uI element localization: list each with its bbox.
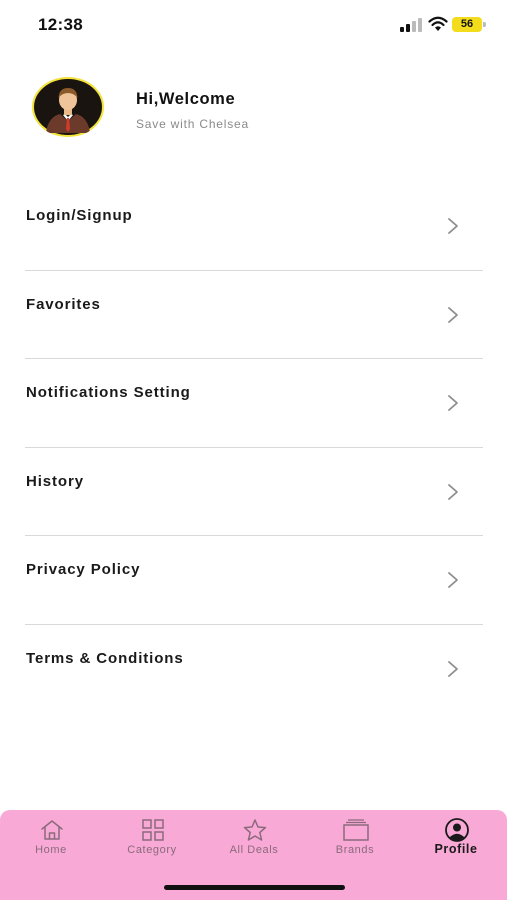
tab-label: Profile [434,842,478,856]
stack-icon [343,819,369,841]
tab-label: Home [35,844,67,856]
chevron-right-icon [448,660,458,677]
home-indicator [164,885,345,890]
battery-level: 56 [460,18,474,30]
battery-icon: 56 [452,17,486,32]
chevron-right-icon [448,306,458,323]
status-time: 12:38 [38,15,83,34]
menu-item-privacy-policy[interactable]: Privacy Policy [25,536,483,625]
tab-brands[interactable]: Brands [305,810,405,870]
menu-item-label: History [26,472,84,490]
tab-profile[interactable]: Profile [406,810,506,870]
chevron-right-icon [448,218,458,234]
tab-home[interactable]: Home [1,810,101,870]
tab-all-deals[interactable]: All Deals [204,810,304,870]
menu-item-label: Terms & Conditions [26,649,184,667]
star-icon [243,819,267,841]
profile-icon [445,818,469,842]
profile-header: Hi,Welcome Save with Chelsea [0,70,507,150]
cellular-signal-icon [400,18,422,32]
tab-label: Brands [335,844,375,856]
wifi-icon [428,16,448,31]
menu-item-favorites[interactable]: Favorites [25,271,483,359]
menu-item-label: Privacy Policy [26,561,141,578]
chevron-right-icon [448,395,458,411]
profile-menu: Login/Signup Favorites Notifications Set… [25,182,483,713]
chevron-right-icon [448,572,458,588]
menu-item-label: Favorites [26,295,101,313]
menu-item-notifications-setting[interactable]: Notifications Setting [25,359,483,448]
status-bar: 12:38 56 [0,0,507,50]
menu-item-terms-conditions[interactable]: Terms & Conditions [25,625,483,714]
avatar[interactable] [32,77,104,137]
user-avatar-icon [34,79,102,135]
menu-item-login-signup[interactable]: Login/Signup [25,182,483,271]
menu-item-label: Notifications Setting [26,384,191,401]
chevron-right-icon [448,483,458,500]
menu-item-label: Login/Signup [26,207,133,224]
home-icon [41,820,63,840]
battery-tip [483,22,486,27]
menu-item-history[interactable]: History [25,448,483,536]
tab-label: All Deals [229,844,279,856]
tab-label: Category [127,844,177,856]
greeting-text: Hi,Welcome [136,90,236,108]
greeting-subtitle: Save with Chelsea [136,117,249,131]
tab-category[interactable]: Category [102,810,202,870]
grid-icon [142,819,164,841]
